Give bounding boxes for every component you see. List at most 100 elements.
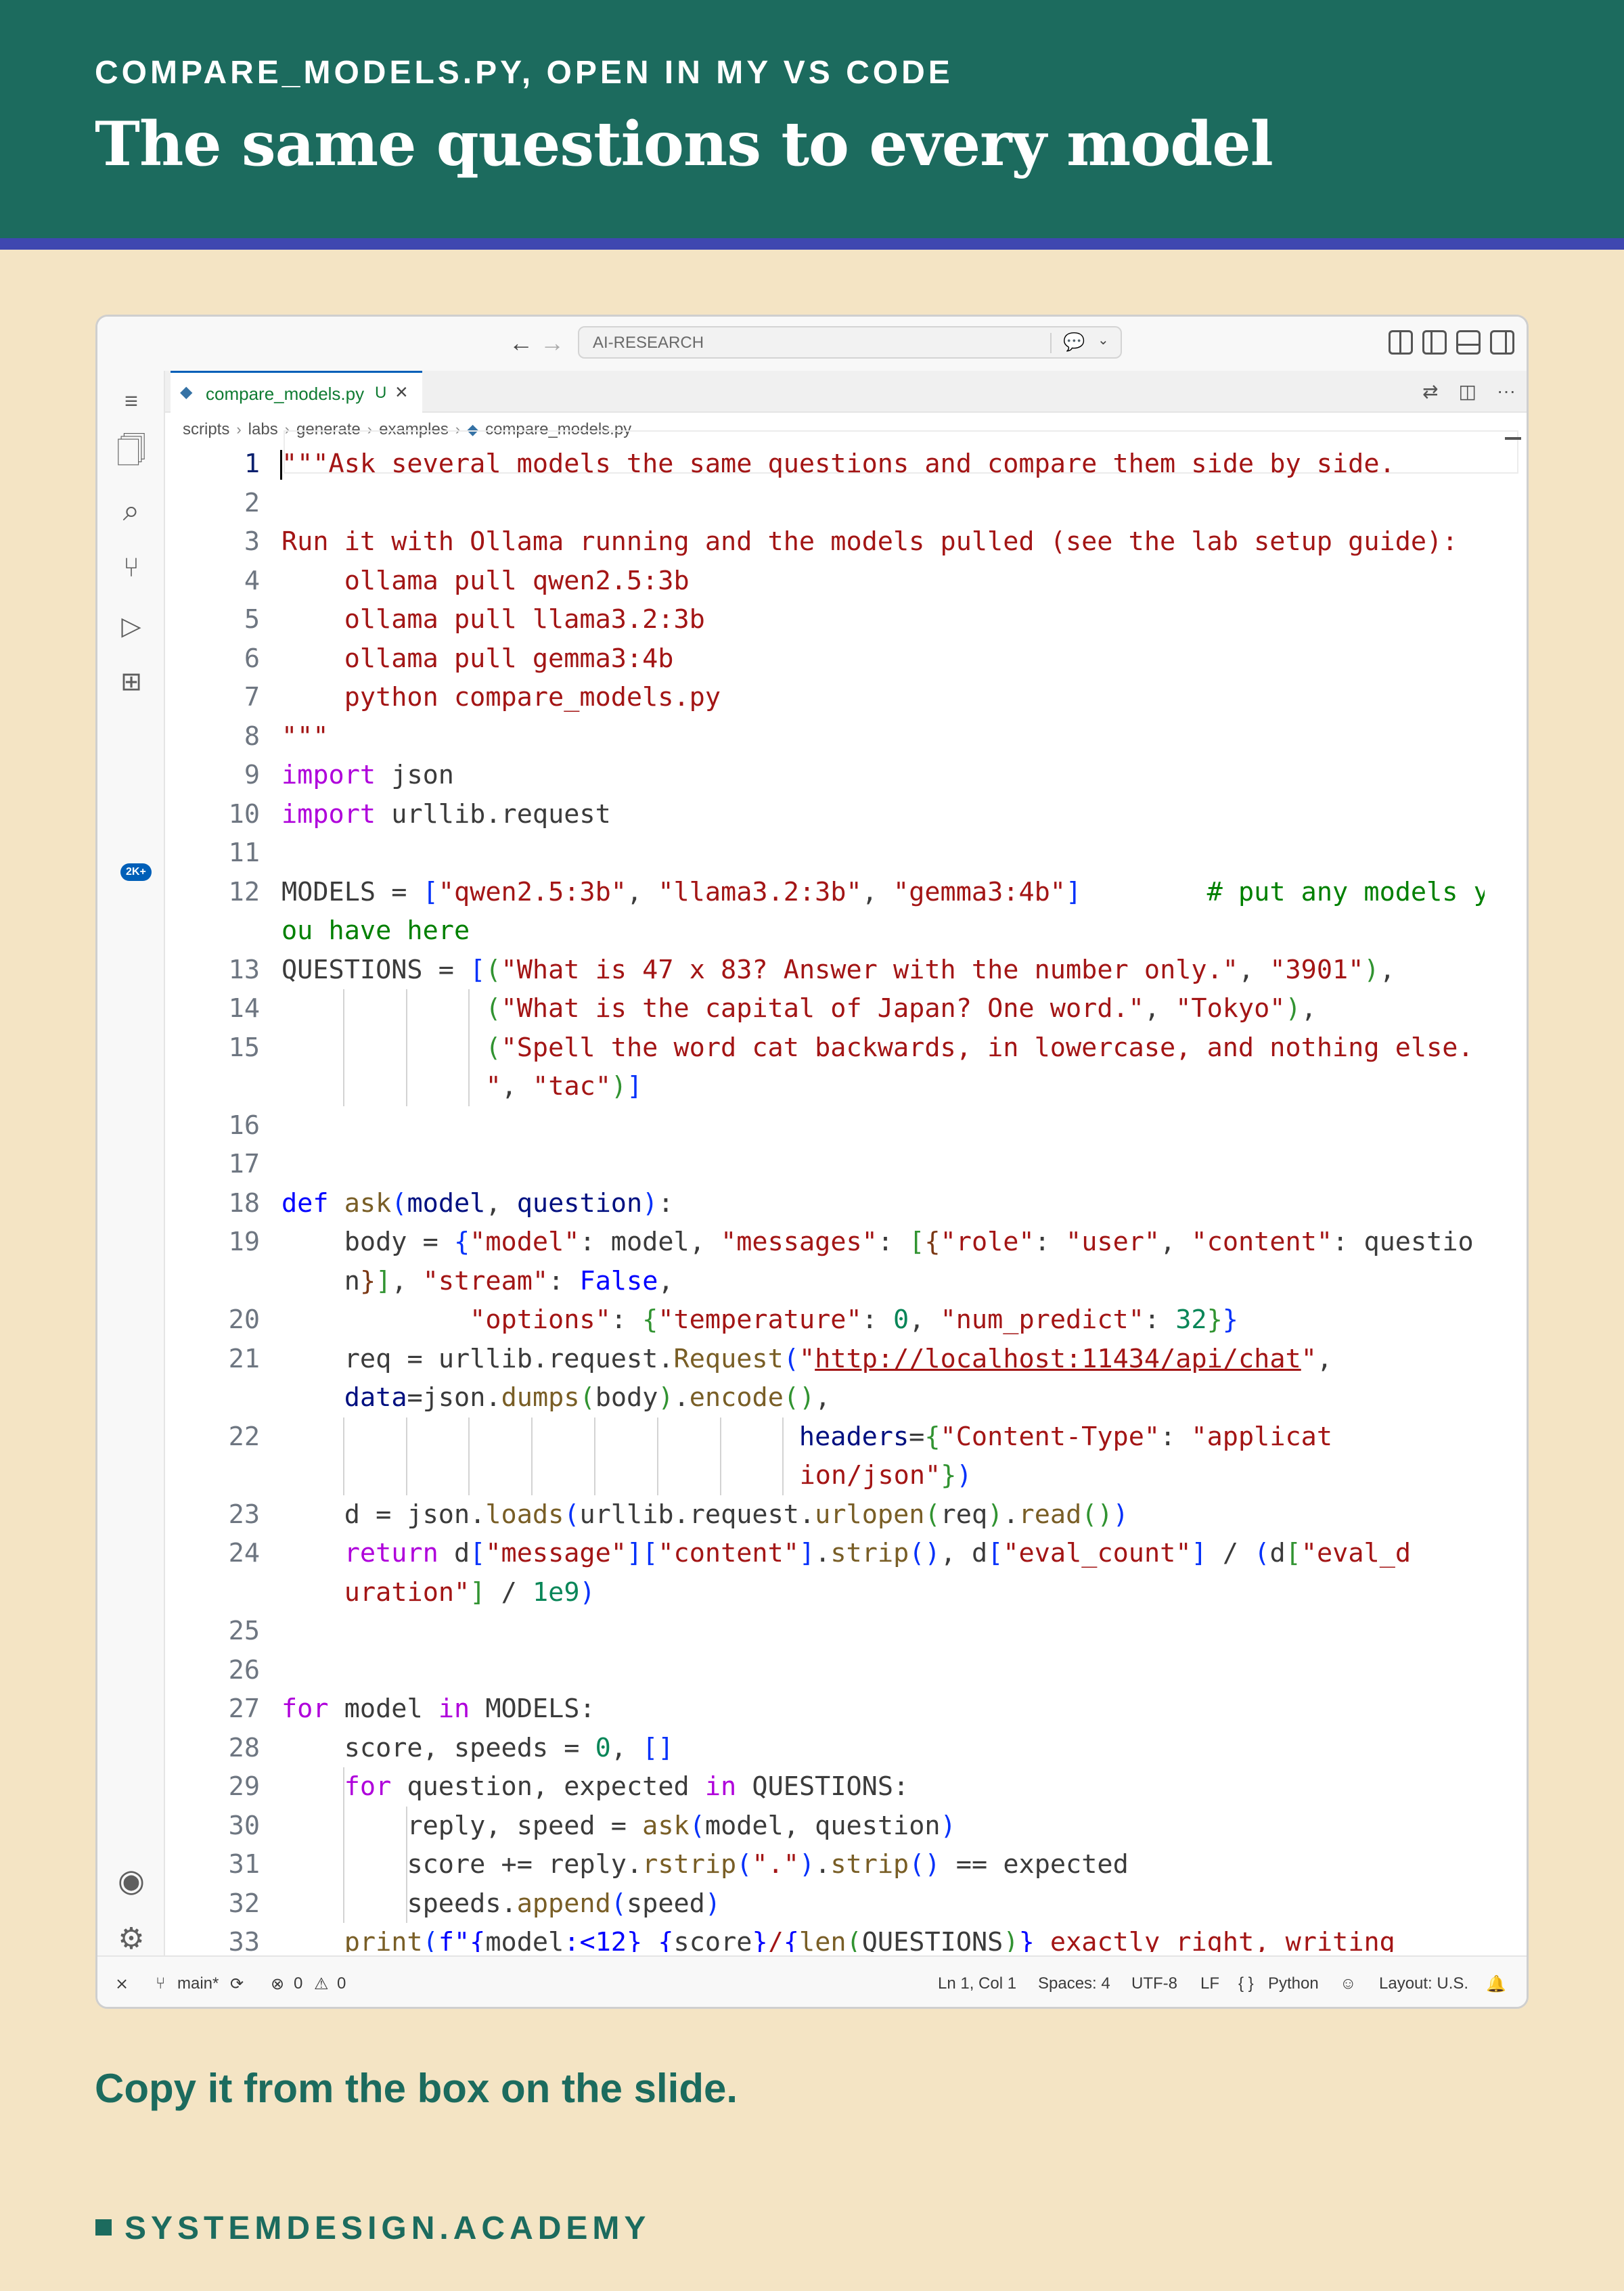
code-line[interactable]: 14 ("What is the capital of Japan? One w… [185,989,1485,1028]
chevron-down-icon[interactable]: ⌄ [1098,332,1109,348]
code-line[interactable]: 22 headers={"Content-Type": "applicat [185,1417,1485,1457]
line-number[interactable]: 18 [185,1184,260,1223]
code-line[interactable]: 7 python compare_models.py [185,678,1485,717]
code-line[interactable]: 9 import json [185,756,1485,795]
code-line[interactable]: 21 req = urllib.request.Request("http://… [185,1340,1485,1379]
status-branch[interactable]: main* [177,1974,219,1993]
search-icon[interactable]: ⌕ [97,487,165,535]
line-number[interactable]: 30 [185,1807,260,1846]
code-line[interactable]: 15 ("Spell the word cat backwards, in lo… [185,1028,1485,1068]
code-line[interactable]: 2 [185,484,1485,523]
line-number[interactable]: 6 [185,639,260,679]
code-line[interactable]: 33 print(f"{model:<12} {score}/{len(QUES… [185,1923,1485,1952]
code-line[interactable]: ou have here [185,911,1485,951]
line-number[interactable]: 19 [185,1223,260,1262]
sync-icon[interactable]: ⟳ [230,1974,244,1994]
code-editor[interactable]: 1 """Ask several models the same question… [185,435,1485,1952]
compare-changes-icon[interactable]: ⇄ [1422,380,1438,403]
line-number[interactable]: 29 [185,1767,260,1807]
code-line[interactable]: uration"] / 1e9) [185,1573,1485,1612]
line-number[interactable]: 4 [185,562,260,601]
line-number[interactable]: 7 [185,678,260,717]
code-line[interactable]: 5 ollama pull llama3.2:3b [185,600,1485,639]
warning-icon[interactable]: ⚠ [314,1974,329,1994]
toggle-secondary-sidebar-icon[interactable] [1490,330,1514,355]
code-line[interactable]: 6 ollama pull gemma3:4b [185,639,1485,679]
arrow-left-icon[interactable]: ← [509,329,533,357]
status-errors[interactable]: 0 [294,1974,302,1993]
code-line[interactable]: 13 QUESTIONS = [("What is 47 x 83? Answer… [185,951,1485,990]
git-branch-icon[interactable]: ⑂ [156,1974,165,1993]
status-language[interactable]: Python [1268,1974,1319,1993]
bell-icon[interactable]: 🔔 [1486,1974,1506,1994]
line-number[interactable]: 27 [185,1689,260,1729]
code-line[interactable]: 11 [185,834,1485,873]
menu-icon[interactable]: ≡ [97,378,165,425]
line-number[interactable]: 10 [185,795,260,834]
line-number[interactable]: 3 [185,522,260,562]
code-line[interactable]: 8 """ [185,717,1485,756]
code-line[interactable]: 19 body = {"model": model, "messages": [… [185,1223,1485,1262]
line-number[interactable]: 14 [185,989,260,1028]
code-line[interactable]: 23 d = json.loads(urllib.request.urlopen… [185,1495,1485,1535]
line-number[interactable]: 21 [185,1340,260,1379]
scrollbar-marker[interactable] [1505,437,1521,440]
code-line[interactable]: 1 """Ask several models the same question… [185,445,1485,484]
source-control-icon[interactable]: ⑂ [97,544,165,591]
line-number[interactable]: 12 [185,873,260,912]
code-line[interactable]: 27 for model in MODELS: [185,1689,1485,1729]
code-line[interactable]: 31 score += reply.rstrip(".").strip() ==… [185,1845,1485,1884]
line-number[interactable]: 1 [185,445,260,484]
line-number[interactable]: 28 [185,1729,260,1768]
line-number[interactable]: 20 [185,1300,260,1340]
copilot-chat-icon[interactable]: 💬 [1063,332,1085,353]
copilot-icon[interactable]: ☺ [1340,1974,1357,1993]
code-line[interactable]: 20 "options": {"temperature": 0, "num_pr… [185,1300,1485,1340]
command-center[interactable]: AI-RESEARCH 💬 ⌄ [578,326,1122,359]
code-line[interactable]: n}], "stream": False, [185,1262,1485,1301]
line-number[interactable]: 9 [185,756,260,795]
line-number[interactable]: 16 [185,1106,260,1146]
line-number[interactable]: 5 [185,600,260,639]
accounts-icon[interactable]: ◉ [97,1857,165,1904]
status-indentation[interactable]: Spaces: 4 [1038,1974,1110,1993]
line-number[interactable]: 22 [185,1417,260,1457]
status-encoding[interactable]: UTF-8 [1131,1974,1177,1993]
explorer-icon[interactable]: 🗍 [97,430,165,478]
code-line[interactable]: 26 [185,1651,1485,1690]
error-icon[interactable]: ⊗ [271,1974,284,1994]
split-editor-icon[interactable]: ◫ [1459,380,1476,403]
code-line[interactable]: data=json.dumps(body).encode(), [185,1378,1485,1417]
code-line[interactable]: 12 MODELS = ["qwen2.5:3b", "llama3.2:3b",… [185,873,1485,912]
status-warnings[interactable]: 0 [337,1974,346,1993]
line-number[interactable]: 15 [185,1028,260,1068]
line-number[interactable]: 25 [185,1612,260,1651]
close-icon[interactable]: × [395,380,408,405]
line-number[interactable]: 17 [185,1145,260,1184]
arrow-right-icon[interactable]: → [540,329,564,357]
status-cursor-position[interactable]: Ln 1, Col 1 [938,1974,1016,1993]
line-number[interactable]: 32 [185,1884,260,1924]
toggle-panel-icon[interactable] [1456,330,1481,355]
code-line[interactable]: 32 speeds.append(speed) [185,1884,1485,1924]
code-line[interactable]: 16 [185,1106,1485,1146]
code-line[interactable]: ", "tac")] [185,1067,1485,1106]
extensions-icon[interactable]: ⊞ [97,658,165,705]
line-number[interactable]: 8 [185,717,260,756]
status-eol[interactable]: LF [1200,1974,1219,1993]
code-line[interactable]: 28 score, speeds = 0, [] [185,1729,1485,1768]
customize-layout-icon[interactable] [1389,330,1413,355]
code-line[interactable]: 10 import urllib.request [185,795,1485,834]
code-line[interactable]: 4 ollama pull qwen2.5:3b [185,562,1485,601]
code-line[interactable]: ion/json"}) [185,1456,1485,1495]
line-number[interactable]: 24 [185,1534,260,1573]
remote-icon[interactable]: ⨯ [115,1974,129,1994]
toggle-primary-sidebar-icon[interactable] [1422,330,1447,355]
line-number[interactable]: 2 [185,484,260,523]
line-number[interactable]: 13 [185,951,260,990]
line-number[interactable]: 33 [185,1923,260,1952]
code-line[interactable]: 18 def ask(model, question): [185,1184,1485,1223]
line-number[interactable]: 31 [185,1845,260,1884]
code-line[interactable]: 17 [185,1145,1485,1184]
tab-compare-models[interactable]: ◆ compare_models.py U × [171,371,422,413]
